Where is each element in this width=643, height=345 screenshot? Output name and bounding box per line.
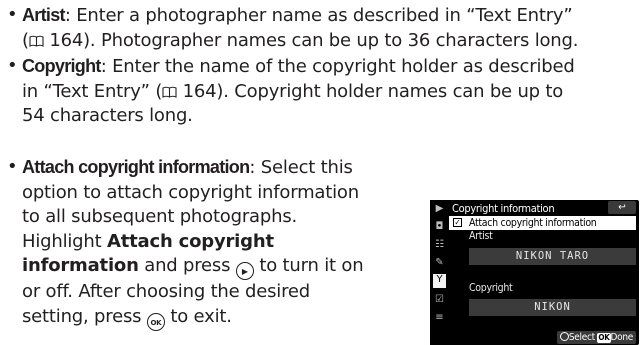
checkbox-icon[interactable]: ✓ xyxy=(453,218,462,227)
copyright-term: Copyright xyxy=(22,56,101,76)
attach-emphasis: information xyxy=(22,255,139,276)
copyright-field[interactable]: NIKON xyxy=(469,299,636,316)
back-icon[interactable]: ↩ xyxy=(608,201,636,214)
menu-title: Copyright information xyxy=(452,202,555,215)
artist-field[interactable]: NIKON TARO xyxy=(469,248,636,265)
bullet-dot: • xyxy=(7,55,18,76)
retouch-menu-icon[interactable]: ☑ xyxy=(434,294,445,305)
playback-menu-icon[interactable]: ▶ xyxy=(434,203,445,214)
photo-shooting-menu-icon[interactable]: ◘ xyxy=(434,221,445,232)
movie-shooting-menu-icon[interactable]: ☷ xyxy=(434,239,445,250)
attach-line-4: Highlight Attach copyright xyxy=(22,230,274,252)
bullet-dot: • xyxy=(7,156,18,177)
ok-icon: OK xyxy=(597,333,611,343)
attach-line-7: setting, press OK to exit. xyxy=(0,305,430,331)
copyright-line-3: 54 characters long. xyxy=(22,105,193,126)
copyright-line-1: Copyright: Enter the name of the copyrig… xyxy=(22,56,575,77)
copyright-label: Copyright xyxy=(469,282,513,294)
camera-menu-screen: ▶ ◘ ☷ ✎ Y ☑ ≡ Copyright information ↩ ✓ … xyxy=(430,200,639,345)
book-reference-icon xyxy=(29,35,44,47)
copyright-line-2: in “Text Entry” ( 164). Copyright holder… xyxy=(22,80,564,102)
attach-line-6: or off. After choosing the desired xyxy=(22,281,311,302)
attach-emphasis: Attach copyright xyxy=(107,230,274,252)
menu-content: Copyright information ↩ ✓ Attach copyrig… xyxy=(449,200,636,345)
copyright-bullet: • Copyright: Enter the name of the copyr… xyxy=(0,54,643,129)
artist-label: Artist xyxy=(469,230,493,242)
book-reference-icon xyxy=(162,86,177,98)
attach-line-2: option to attach copyright information xyxy=(22,181,359,203)
artist-line-1: Artist: Enter a photographer name as des… xyxy=(22,5,573,26)
attach-term: Attach copyright information xyxy=(22,157,250,177)
attach-bullet: • Attach copyright information: Select t… xyxy=(0,155,430,331)
artist-term: Artist xyxy=(22,5,66,25)
attach-line-3: to all subsequent photographs. xyxy=(22,206,298,227)
copyright-value: NIKON xyxy=(534,301,571,313)
footer-hints: Select OKDone xyxy=(556,331,636,344)
setup-menu-icon[interactable]: Y xyxy=(433,274,446,288)
manual-page: • Artist: Enter a photographer name as d… xyxy=(0,0,643,345)
custom-settings-menu-icon[interactable]: ✎ xyxy=(434,257,445,268)
attach-copyright-label: Attach copyright information xyxy=(469,217,597,229)
ok-button-icon: OK xyxy=(146,312,165,331)
artist-value: NIKON TARO xyxy=(515,250,590,262)
multi-selector-icon xyxy=(559,332,569,341)
attach-line-5: information and press ▶ to turn it on xyxy=(0,254,430,280)
attach-copyright-row[interactable]: ✓ Attach copyright information xyxy=(449,216,636,230)
bullet-dot: • xyxy=(7,4,18,25)
artist-line-2: ( 164). Photographer names can be up to … xyxy=(22,29,579,51)
menu-sidebar: ▶ ◘ ☷ ✎ Y ☑ ≡ xyxy=(430,200,449,345)
artist-bullet: • Artist: Enter a photographer name as d… xyxy=(0,3,643,53)
attach-line-1: Attach copyright information: Select thi… xyxy=(22,157,353,178)
my-menu-icon[interactable]: ≡ xyxy=(434,312,445,323)
multi-selector-right-icon: ▶ xyxy=(235,262,254,280)
